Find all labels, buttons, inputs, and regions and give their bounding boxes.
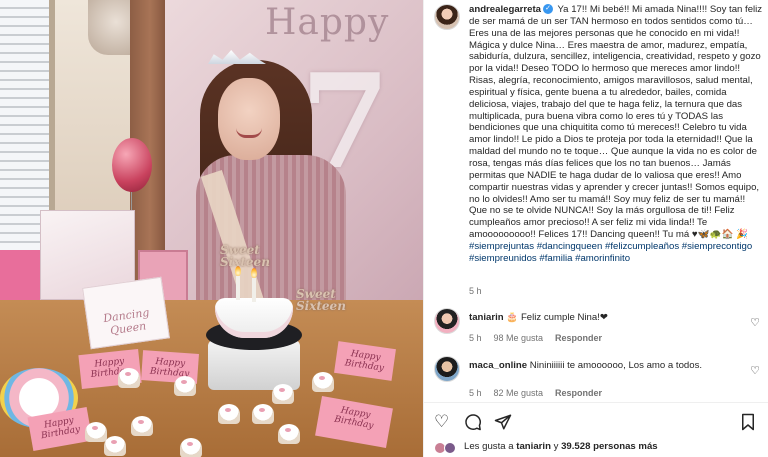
comment-body: Nininiiiiii te amoooooo, Los amo a todos… [529,360,703,371]
candle-flame [251,268,257,278]
comment-likes[interactable]: 98 Me gusta [494,333,544,343]
liker-avatar [444,442,456,454]
divider [424,402,768,403]
cupcake [278,424,300,444]
comment-text: maca_online Nininiiiiii te amoooooo, Los… [469,360,719,372]
caption-timestamp[interactable]: 5 h [469,286,482,296]
post-caption: andrealegarreta ✓ Ya 17!! Mi bebé!! Mi am… [434,4,764,296]
heart-balloon [112,138,152,192]
commenter-username[interactable]: maca_online [469,360,527,371]
likes-count[interactable]: 39.528 personas más [561,441,658,452]
cupcake [272,384,294,404]
cupcake [104,436,126,456]
bookmark-icon[interactable] [740,412,756,436]
cupcake [118,368,140,388]
cake-topper-left: Sweet Sixteen [220,243,270,269]
commenter-avatar[interactable] [434,308,460,334]
cake-topper-right: Sweet Sixteen [296,287,346,313]
commenter-avatar[interactable] [434,356,460,382]
comment-meta: 5 h 98 Me gusta Responder [469,333,614,343]
candle [236,276,240,300]
comment-likes[interactable]: 82 Me gusta [494,388,544,398]
comment-bubble-icon[interactable] [464,412,482,436]
caption-body: Ya 17!! Mi bebé!! Mi amada Nina!!!! Soy … [469,4,763,241]
paper-plane-icon[interactable] [494,412,512,436]
comment-item: taniarin 🎂 Feliz cumple Nina!❤ 5 h 98 Me … [434,306,764,346]
comment-text: taniarin 🎂 Feliz cumple Nina!❤ [469,312,763,324]
author-username[interactable]: andrealegarreta [469,4,541,15]
caption-text: andrealegarreta ✓ Ya 17!! Mi bebé!! Mi am… [469,4,763,265]
comment-timestamp[interactable]: 5 h [469,333,482,343]
heart-outline-icon[interactable]: ♡ [434,412,449,432]
cupcake [252,404,274,424]
person-face [218,78,280,160]
likes-prefix: Les gusta a [464,441,514,452]
commenter-username[interactable]: taniarin [469,312,504,323]
cupcake [174,376,196,396]
comment-item: maca_online Nininiiiiii te amoooooo, Los… [434,354,764,398]
cupcake [180,438,202,457]
comment-body: 🎂 Feliz cumple Nina!❤ [506,312,608,323]
backdrop-text: Happy [265,2,390,43]
post-media-photo[interactable]: Happy 7 Dancing Queen Sweet Sixteen Swee… [0,0,423,457]
likes-user[interactable]: taniarin [516,441,551,452]
comment-like-heart-icon[interactable]: ♡ [750,316,760,329]
comments-panel: andrealegarreta ✓ Ya 17!! Mi bebé!! Mi am… [423,0,768,457]
reply-button[interactable]: Responder [555,333,602,343]
comment-like-heart-icon[interactable]: ♡ [750,364,760,377]
verified-badge-icon: ✓ [543,4,553,15]
cupcake [312,372,334,392]
candle [252,278,256,302]
likes-summary[interactable]: Les gusta a taniarin y 39.528 personas m… [434,441,764,455]
likes-conjunction: y [553,441,559,452]
cupcake [85,422,107,442]
comment-timestamp[interactable]: 5 h [469,388,482,398]
author-avatar[interactable] [434,4,460,30]
reply-button[interactable]: Responder [555,388,602,398]
comment-meta: 5 h 82 Me gusta Responder [469,388,614,398]
cupcake [218,404,240,424]
cupcake [131,416,153,436]
post-actions-bar: ♡ [434,412,759,434]
dancing-queen-card: Dancing Queen [82,276,170,350]
likes-text: Les gusta a taniarin y 39.528 personas m… [464,441,658,452]
